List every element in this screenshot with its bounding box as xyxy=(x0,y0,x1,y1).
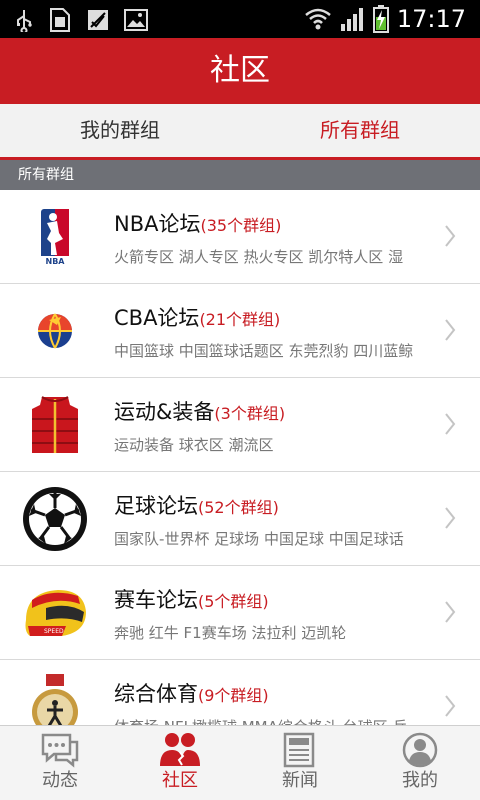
racing-helmet-icon: SPEED xyxy=(22,580,88,646)
sim-icon xyxy=(50,8,70,32)
chevron-right-icon xyxy=(445,225,456,247)
list-item[interactable]: NBA NBA论坛(35个群组) 火箭专区 湖人专区 热火专区 凯尔特人区 湿 xyxy=(0,190,480,284)
subgroups: 运动装备 球衣区 潮流区 xyxy=(114,436,274,454)
nav-item-community[interactable]: 社区 xyxy=(120,726,240,800)
list-item[interactable]: CBA论坛(21个群组) 中国篮球 中国篮球话题区 东莞烈豹 四川蓝鲸 xyxy=(0,284,480,378)
nba-logo-icon: NBA xyxy=(22,204,88,270)
battery-charging-icon xyxy=(372,5,389,33)
group-name: 足球论坛(52个群组) xyxy=(114,494,279,518)
group-count: (3个群组) xyxy=(214,404,286,423)
usb-icon xyxy=(17,10,32,32)
app-header: 社区 xyxy=(0,38,480,104)
nav-item-feed[interactable]: 动态 xyxy=(0,726,120,800)
list-item[interactable]: 运动&装备(3个群组) 运动装备 球衣区 潮流区 xyxy=(0,378,480,472)
tab-my-groups[interactable]: 我的群组 xyxy=(0,104,240,157)
news-icon xyxy=(283,732,315,768)
group-count: (5个群组) xyxy=(198,592,269,611)
group-tabs: 我的群组 所有群组 xyxy=(0,104,480,160)
nav-label: 我的 xyxy=(402,770,438,791)
group-name: NBA论坛(35个群组) xyxy=(114,212,282,236)
wifi-icon xyxy=(305,8,331,30)
bottom-nav: 动态 社区 新闻 我的 xyxy=(0,725,480,800)
profile-icon xyxy=(402,732,438,768)
group-name: CBA论坛(21个群组) xyxy=(114,306,281,330)
chevron-right-icon xyxy=(445,695,456,717)
signal-icon xyxy=(340,8,363,31)
nav-label: 新闻 xyxy=(282,770,318,791)
chevron-right-icon xyxy=(445,319,456,341)
group-count: (52个群组) xyxy=(198,498,279,517)
tab-all-groups[interactable]: 所有群组 xyxy=(240,104,480,157)
group-count: (35个群组) xyxy=(200,216,282,235)
chevron-right-icon xyxy=(445,507,456,529)
subgroups: 国家队-世界杯 足球场 中国足球 中国足球话 xyxy=(114,530,404,548)
page-title: 社区 xyxy=(210,53,270,88)
nav-label: 社区 xyxy=(162,770,198,791)
no-sim-icon xyxy=(88,10,108,30)
cba-logo-icon xyxy=(22,298,88,364)
subgroups: 体育场 NFL橄榄球 MMA综合格斗 台球区 乒 xyxy=(114,716,420,725)
group-name: 综合体育(9个群组) xyxy=(114,682,269,706)
image-icon xyxy=(124,9,148,31)
group-name: 赛车论坛(5个群组) xyxy=(114,588,269,612)
subgroups: 奔驰 红牛 F1赛车场 法拉利 迈凯轮 xyxy=(114,624,347,642)
svg-text:SPEED: SPEED xyxy=(44,628,64,635)
subgroups: 火箭专区 湖人专区 热火专区 凯尔特人区 湿 xyxy=(114,248,404,266)
nav-item-news[interactable]: 新闻 xyxy=(240,726,360,800)
red-vest-icon xyxy=(22,392,88,458)
group-count: (9个群组) xyxy=(198,686,269,705)
chevron-right-icon xyxy=(445,601,456,623)
section-header: 所有群组 xyxy=(0,160,480,190)
status-time: 17:17 xyxy=(396,5,466,33)
subgroups: 中国篮球 中国篮球话题区 东莞烈豹 四川蓝鲸 xyxy=(114,342,414,360)
nav-label: 动态 xyxy=(42,770,78,791)
list-item[interactable]: SPEED 赛车论坛(5个群组) 奔驰 红牛 F1赛车场 法拉利 迈凯轮 xyxy=(0,566,480,660)
soccer-ball-icon xyxy=(22,486,88,552)
group-count: (21个群组) xyxy=(199,310,281,329)
group-name: 运动&装备(3个群组) xyxy=(114,400,286,424)
chat-bubble-icon xyxy=(41,733,79,768)
nav-item-profile[interactable]: 我的 xyxy=(360,726,480,800)
sports-medal-icon xyxy=(22,674,88,725)
svg-text:NBA: NBA xyxy=(46,257,66,265)
group-list: NBA NBA论坛(35个群组) 火箭专区 湖人专区 热火专区 凯尔特人区 湿 … xyxy=(0,190,480,725)
list-item[interactable]: 足球论坛(52个群组) 国家队-世界杯 足球场 中国足球 中国足球话 xyxy=(0,472,480,566)
status-bar: 17:17 xyxy=(0,0,480,38)
chevron-right-icon xyxy=(445,413,456,435)
community-icon xyxy=(160,733,200,766)
list-item[interactable]: 综合体育(9个群组) 体育场 NFL橄榄球 MMA综合格斗 台球区 乒 xyxy=(0,660,480,725)
